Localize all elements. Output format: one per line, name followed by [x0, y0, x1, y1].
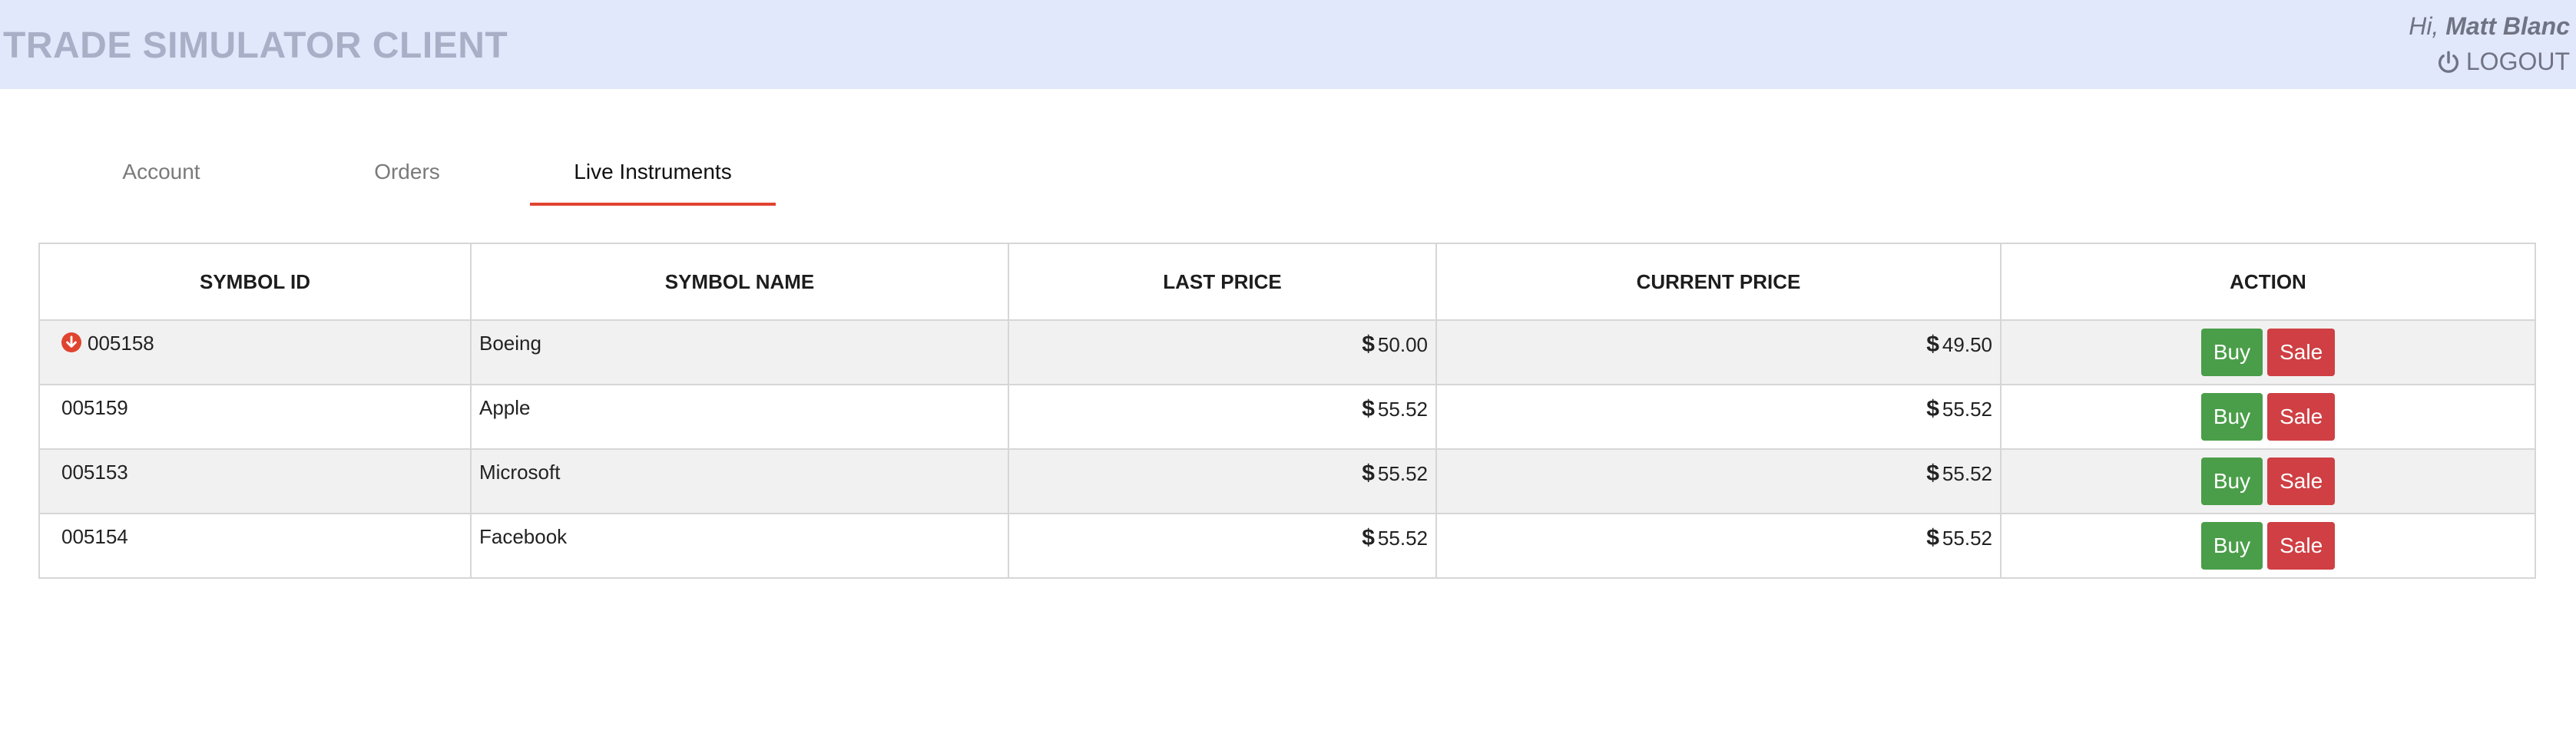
symbol-id: 005158	[88, 332, 154, 355]
user-greeting: Hi, Matt Blanc	[2409, 12, 2570, 41]
logout-button[interactable]: LOGOUT	[2435, 48, 2570, 76]
current-price: 49.50	[1942, 333, 1992, 356]
symbol-id: 005159	[38, 384, 472, 450]
arrow-down-circle-icon	[61, 332, 81, 352]
current-price-cell: $55.52	[1435, 448, 2002, 514]
power-icon	[2438, 51, 2458, 73]
current-price: 55.52	[1942, 462, 1992, 485]
last-price: 50.00	[1377, 333, 1428, 356]
symbol-id-cell: 005158	[38, 319, 472, 385]
last-price-cell: $55.52	[1008, 513, 1437, 579]
table-row: 005158 Boeing $50.00 $49.50 Buy Sale	[38, 319, 2536, 385]
tab-bar: Account Orders Live Instruments	[0, 138, 845, 207]
buy-button[interactable]: Buy	[2200, 329, 2263, 376]
dollar-icon: $	[1362, 332, 1375, 357]
app-header: TRADE SIMULATOR CLIENT Hi, Matt Blanc LO…	[0, 0, 2576, 89]
column-header-last-price: LAST PRICE	[1008, 243, 1437, 321]
table-row: 005153 Microsoft $55.52 $55.52 Buy Sale	[38, 448, 2536, 514]
sale-button[interactable]: Sale	[2267, 329, 2336, 376]
buy-button[interactable]: Buy	[2200, 393, 2263, 441]
column-header-symbol-name: SYMBOL NAME	[470, 243, 1009, 321]
buy-button[interactable]: Buy	[2200, 522, 2263, 570]
current-price-cell: $49.50	[1435, 319, 2002, 385]
last-price: 55.52	[1377, 462, 1428, 485]
tab-live-instruments[interactable]: Live Instruments	[530, 138, 776, 206]
dollar-icon: $	[1362, 525, 1375, 550]
dollar-icon: $	[1362, 461, 1375, 486]
current-price: 55.52	[1942, 398, 1992, 421]
last-price-cell: $50.00	[1008, 319, 1437, 385]
sale-button[interactable]: Sale	[2267, 393, 2336, 441]
column-header-symbol-id: SYMBOL ID	[38, 243, 472, 321]
sale-button[interactable]: Sale	[2267, 522, 2336, 570]
table-header-row: SYMBOL ID SYMBOL NAME LAST PRICE CURRENT…	[38, 243, 2536, 321]
app-title: TRADE SIMULATOR CLIENT	[3, 25, 508, 66]
symbol-id: 005154	[38, 513, 472, 579]
symbol-name: Apple	[470, 384, 1009, 450]
dollar-icon: $	[1926, 525, 1939, 550]
table-row: 005159 Apple $55.52 $55.52 Buy Sale	[38, 384, 2536, 450]
current-price-cell: $55.52	[1435, 384, 2002, 450]
tab-orders[interactable]: Orders	[330, 138, 484, 206]
last-price-cell: $55.52	[1008, 384, 1437, 450]
dollar-icon: $	[1926, 332, 1939, 357]
current-price-cell: $55.52	[1435, 513, 2002, 579]
dollar-icon: $	[1926, 396, 1939, 421]
symbol-name: Boeing	[470, 319, 1009, 385]
symbol-id: 005153	[38, 448, 472, 514]
symbol-name: Microsoft	[470, 448, 1009, 514]
symbol-name: Facebook	[470, 513, 1009, 579]
column-header-action: ACTION	[2000, 243, 2536, 321]
action-cell: Buy Sale	[2000, 319, 2536, 385]
logout-label: LOGOUT	[2465, 48, 2570, 75]
last-price: 55.52	[1377, 398, 1428, 421]
action-cell: Buy Sale	[2000, 448, 2536, 514]
instruments-table: SYMBOL ID SYMBOL NAME LAST PRICE CURRENT…	[38, 243, 2536, 579]
dollar-icon: $	[1362, 396, 1375, 421]
column-header-current-price: CURRENT PRICE	[1435, 243, 2002, 321]
last-price: 55.52	[1377, 527, 1428, 550]
table-row: 005154 Facebook $55.52 $55.52 Buy Sale	[38, 513, 2536, 579]
buy-button[interactable]: Buy	[2200, 458, 2263, 505]
action-cell: Buy Sale	[2000, 513, 2536, 579]
action-cell: Buy Sale	[2000, 384, 2536, 450]
greeting-prefix: Hi,	[2409, 12, 2439, 40]
last-price-cell: $55.52	[1008, 448, 1437, 514]
sale-button[interactable]: Sale	[2267, 458, 2336, 505]
current-price: 55.52	[1942, 527, 1992, 550]
user-name: Matt Blanc	[2445, 12, 2570, 40]
dollar-icon: $	[1926, 461, 1939, 486]
tab-account[interactable]: Account	[84, 138, 238, 206]
